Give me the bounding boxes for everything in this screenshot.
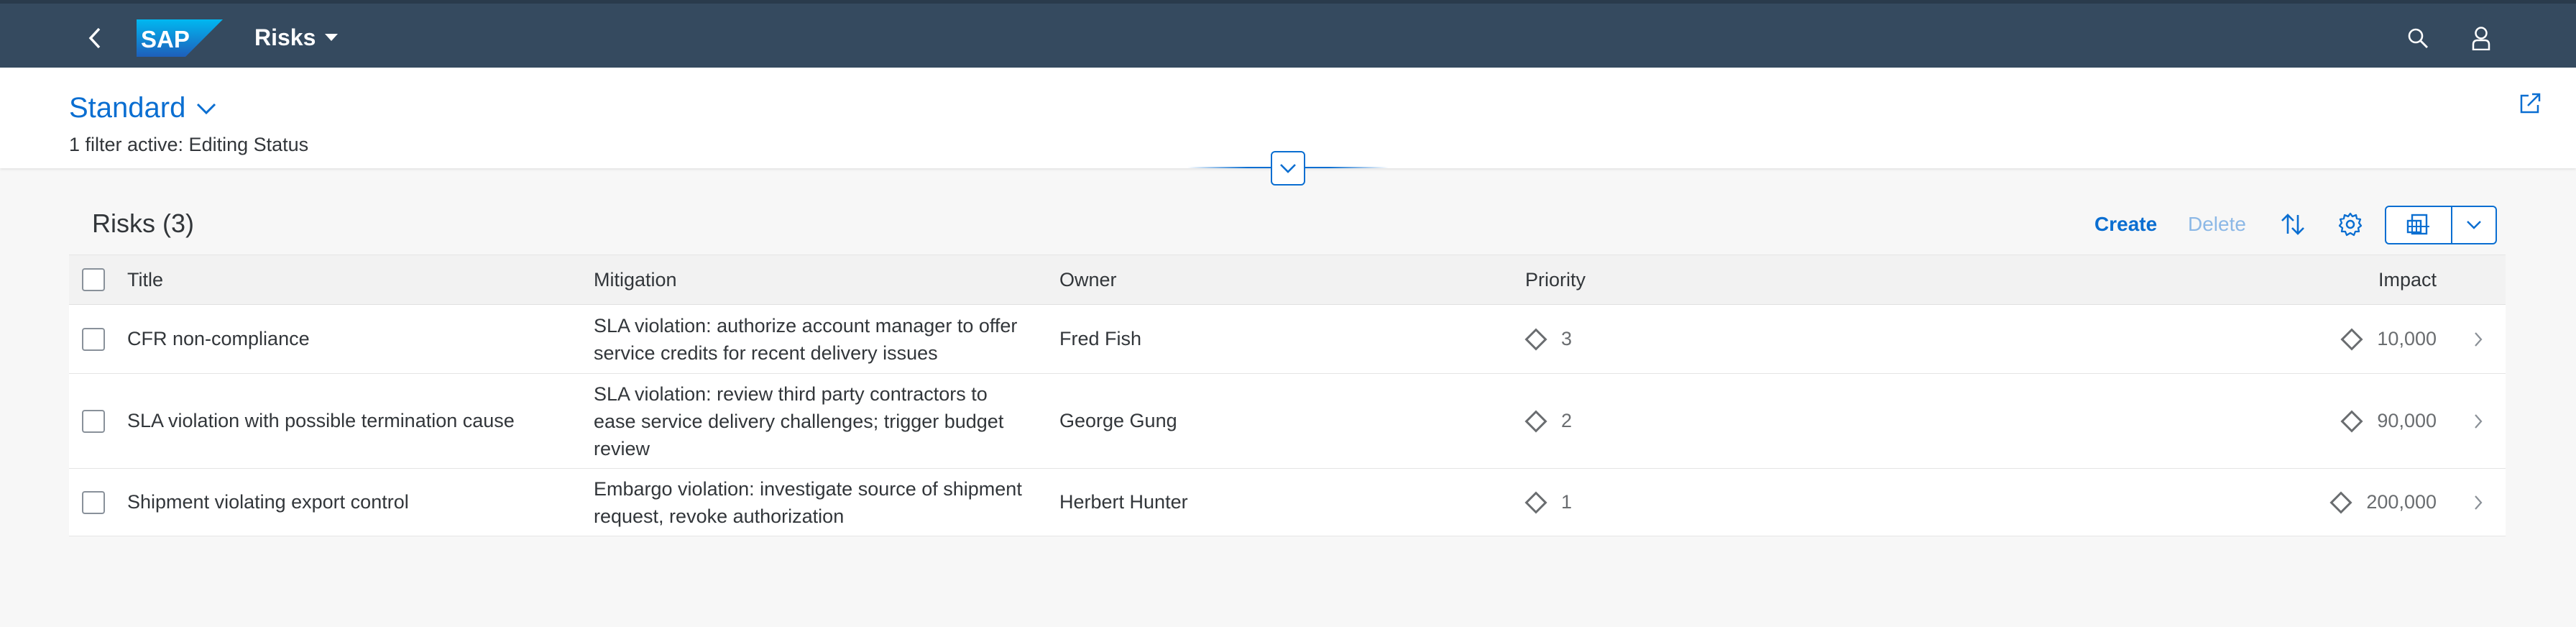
filter-status: 1 filter active: Editing Status bbox=[69, 134, 309, 155]
mitigation-line: SLA violation: authorize account manager… bbox=[594, 314, 1018, 337]
mitigation-line: SLA violation: review third party contra… bbox=[594, 383, 988, 405]
share-button[interactable] bbox=[2513, 86, 2547, 121]
export-menu-button[interactable] bbox=[2452, 207, 2496, 243]
risk-owner: Fred Fish bbox=[1059, 328, 1142, 349]
chevron-right-icon bbox=[2475, 331, 2483, 347]
row-checkbox[interactable] bbox=[82, 490, 105, 514]
chevron-down-icon bbox=[196, 102, 217, 115]
row-navigation-chevron[interactable] bbox=[2471, 493, 2485, 513]
back-button[interactable] bbox=[80, 24, 109, 52]
table-title: Risks (3) bbox=[92, 209, 194, 238]
row-checkbox[interactable] bbox=[82, 409, 105, 433]
diamond-icon bbox=[1524, 490, 1547, 514]
user-button[interactable] bbox=[2465, 22, 2497, 54]
mitigation-line: ease service delivery challenges; trigge… bbox=[594, 410, 1004, 432]
risk-priority: 3 bbox=[1524, 305, 1573, 373]
priority-value: 3 bbox=[1561, 328, 1573, 349]
select-all-checkbox[interactable] bbox=[82, 268, 105, 291]
search-icon bbox=[2408, 28, 2428, 48]
chevron-right-icon bbox=[2475, 495, 2483, 510]
priority-value: 1 bbox=[1561, 491, 1573, 513]
risk-mitigation: Embargo violation: investigate source of… bbox=[594, 469, 1022, 536]
table-row[interactable]: SLA violation with possible termination … bbox=[69, 374, 2506, 469]
table-row[interactable]: CFR non-compliance SLA violation: author… bbox=[69, 305, 2506, 374]
column-header-owner[interactable]: Owner bbox=[1059, 255, 1117, 304]
column-header-mitigation[interactable]: Mitigation bbox=[594, 255, 677, 304]
mitigation-line: review bbox=[594, 437, 650, 459]
sort-button[interactable] bbox=[2277, 209, 2309, 240]
column-header-priority[interactable]: Priority bbox=[1525, 255, 1586, 304]
sap-logo[interactable]: SAP bbox=[137, 19, 223, 57]
risk-owner: Herbert Hunter bbox=[1059, 491, 1188, 513]
chevron-down-icon bbox=[1280, 164, 1296, 173]
diamond-icon bbox=[2329, 490, 2352, 514]
row-checkbox[interactable] bbox=[82, 327, 105, 351]
export-button[interactable] bbox=[2386, 207, 2452, 243]
mitigation-line: request, revoke authorization bbox=[594, 505, 845, 527]
settings-icon bbox=[2338, 212, 2363, 237]
risk-impact: 10,000 bbox=[2340, 305, 2437, 373]
app-title: Risks bbox=[254, 24, 316, 50]
risk-owner: George Gung bbox=[1059, 410, 1177, 431]
export-icon bbox=[2406, 214, 2429, 235]
risk-mitigation: SLA violation: review third party contra… bbox=[594, 374, 1003, 468]
svg-text:SAP: SAP bbox=[141, 26, 190, 52]
table-row[interactable]: Shipment violating export control Embarg… bbox=[69, 469, 2506, 536]
create-button[interactable]: Create bbox=[2094, 213, 2157, 236]
risk-mitigation: SLA violation: authorize account manager… bbox=[594, 305, 1017, 373]
shell-bar: SAP Risks bbox=[0, 0, 2576, 68]
export-button-group bbox=[2385, 206, 2497, 244]
risks-table: Title Mitigation Owner Priority Impact C… bbox=[69, 255, 2506, 536]
impact-value: 200,000 bbox=[2366, 491, 2437, 513]
sort-icon bbox=[2281, 214, 2304, 235]
mitigation-line: service credits for recent delivery issu… bbox=[594, 342, 938, 364]
risk-priority: 1 bbox=[1524, 469, 1573, 536]
settings-button[interactable] bbox=[2334, 209, 2366, 240]
table-header-row: Title Mitigation Owner Priority Impact bbox=[69, 255, 2506, 305]
column-header-impact[interactable]: Impact bbox=[2378, 255, 2437, 304]
chevron-right-icon bbox=[2475, 413, 2483, 429]
risk-priority: 2 bbox=[1524, 374, 1573, 468]
search-button[interactable] bbox=[2402, 22, 2434, 54]
impact-value: 90,000 bbox=[2377, 410, 2437, 431]
diamond-icon bbox=[1524, 327, 1547, 351]
row-navigation-chevron[interactable] bbox=[2471, 411, 2485, 431]
risk-title: SLA violation with possible termination … bbox=[127, 410, 515, 431]
row-navigation-chevron[interactable] bbox=[2471, 329, 2485, 349]
back-icon bbox=[88, 27, 101, 49]
diamond-icon bbox=[2340, 409, 2363, 433]
caret-down-icon bbox=[324, 33, 339, 42]
priority-value: 2 bbox=[1561, 410, 1573, 431]
user-icon bbox=[2472, 27, 2490, 50]
diamond-icon bbox=[1524, 409, 1547, 433]
share-icon bbox=[2520, 93, 2541, 114]
risk-title: CFR non-compliance bbox=[127, 328, 310, 349]
risk-title: Shipment violating export control bbox=[127, 491, 409, 513]
mitigation-line: Embargo violation: investigate source of… bbox=[594, 477, 1022, 500]
risk-impact: 200,000 bbox=[2329, 469, 2437, 536]
risk-impact: 90,000 bbox=[2340, 374, 2437, 468]
diamond-icon bbox=[2340, 327, 2363, 351]
impact-value: 10,000 bbox=[2377, 328, 2437, 349]
column-header-title[interactable]: Title bbox=[127, 255, 163, 304]
collapse-header-button[interactable] bbox=[1271, 151, 1305, 186]
variant-selector[interactable]: Standard bbox=[69, 92, 217, 124]
chevron-down-icon bbox=[2467, 221, 2481, 229]
variant-name: Standard bbox=[69, 92, 186, 124]
delete-button[interactable]: Delete bbox=[2188, 213, 2246, 236]
app-title-menu[interactable]: Risks bbox=[254, 21, 339, 54]
